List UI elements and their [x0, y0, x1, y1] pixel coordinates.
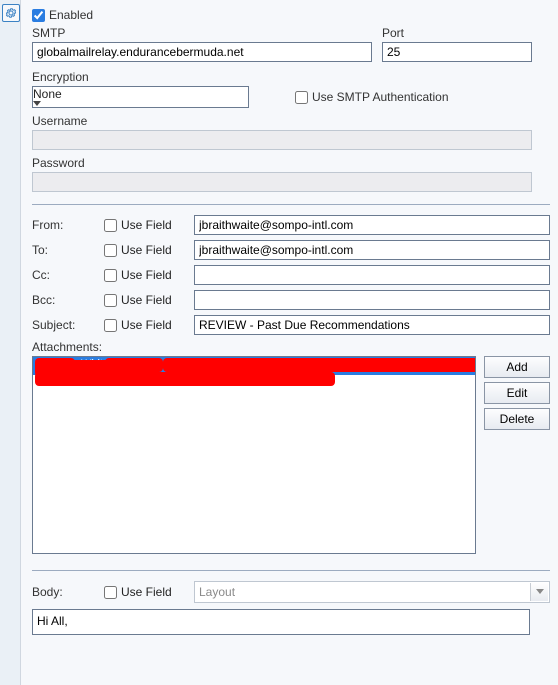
bcc-label: Bcc: [32, 293, 96, 307]
bcc-use-field-checkbox[interactable] [104, 294, 117, 307]
subject-use-field-checkbox[interactable] [104, 319, 117, 332]
cc-input[interactable] [194, 265, 550, 285]
body-textarea[interactable] [32, 609, 530, 635]
layout-dropdown[interactable]: Layout [194, 581, 550, 603]
subject-input[interactable] [194, 315, 550, 335]
to-use-field-label: Use Field [121, 243, 172, 257]
body-label: Body: [32, 585, 96, 599]
enabled-checkbox[interactable] [32, 9, 45, 22]
username-input [32, 130, 532, 150]
separator-2 [32, 570, 550, 571]
attachments-label: Attachments: [32, 340, 102, 354]
to-label: To: [32, 243, 96, 257]
chevron-down-icon[interactable] [33, 101, 248, 107]
username-label: Username [32, 114, 87, 128]
redaction-overlay [35, 360, 155, 382]
body-use-field-checkbox[interactable] [104, 586, 117, 599]
left-toolbar [0, 0, 21, 685]
from-label: From: [32, 218, 96, 232]
subject-label: Subject: [32, 318, 96, 332]
gear-icon[interactable] [2, 4, 20, 22]
delete-button[interactable]: Delete [484, 408, 550, 430]
from-use-field-checkbox[interactable] [104, 219, 117, 232]
cc-use-field-checkbox[interactable] [104, 269, 117, 282]
subject-use-field-label: Use Field [121, 318, 172, 332]
cc-use-field-label: Use Field [121, 268, 172, 282]
encryption-label: Encryption [32, 70, 89, 84]
encryption-selected: None [33, 87, 248, 101]
separator-1 [32, 204, 550, 205]
enabled-label: Enabled [49, 8, 93, 22]
layout-dropdown-text: Layout [199, 585, 235, 599]
bcc-input[interactable] [194, 290, 550, 310]
password-label: Password [32, 156, 85, 170]
attachments-list[interactable]: XXXXXXWhite [32, 356, 476, 554]
body-use-field-label: Use Field [121, 585, 172, 599]
use-smtp-auth-checkbox[interactable] [295, 91, 308, 104]
bcc-use-field-label: Use Field [121, 293, 172, 307]
password-input [32, 172, 532, 192]
port-input[interactable] [382, 42, 532, 62]
port-label: Port [382, 26, 404, 40]
use-smtp-auth-label: Use SMTP Authentication [312, 90, 449, 104]
redaction-overlay [163, 358, 476, 372]
add-button[interactable]: Add [484, 356, 550, 378]
from-use-field-label: Use Field [121, 218, 172, 232]
to-input[interactable] [194, 240, 550, 260]
edit-button[interactable]: Edit [484, 382, 550, 404]
cc-label: Cc: [32, 268, 96, 282]
encryption-dropdown[interactable]: None [32, 86, 249, 108]
smtp-label: SMTP [32, 26, 382, 40]
chevron-down-icon[interactable] [530, 583, 548, 601]
to-use-field-checkbox[interactable] [104, 244, 117, 257]
from-input[interactable] [194, 215, 550, 235]
smtp-input[interactable] [32, 42, 372, 62]
